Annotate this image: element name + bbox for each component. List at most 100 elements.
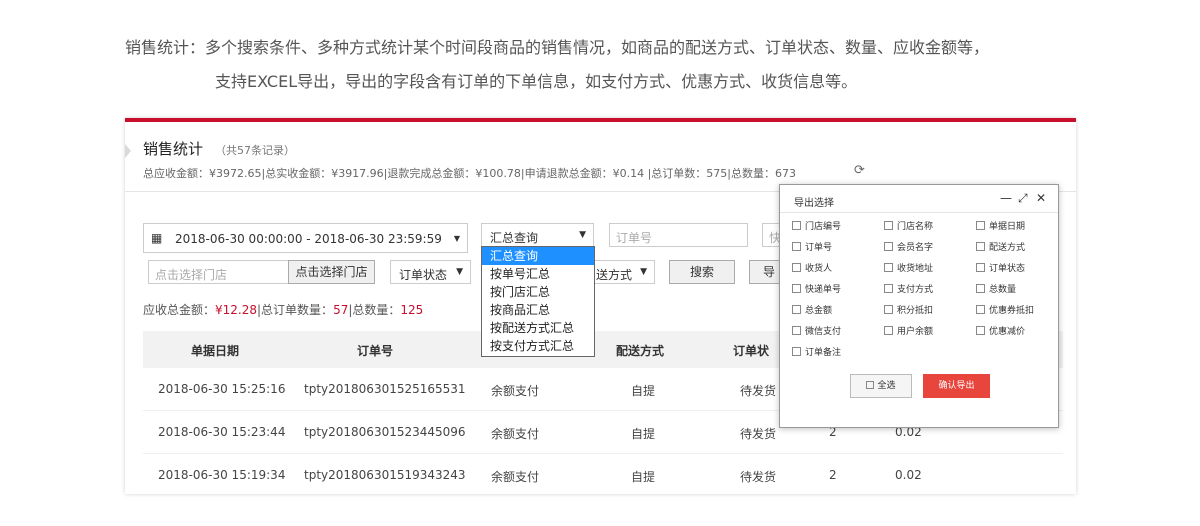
column-header: 订单状: [733, 344, 770, 358]
close-icon[interactable]: ✕: [1036, 191, 1046, 205]
query-mode-option[interactable]: 按配送方式汇总: [482, 319, 594, 337]
export-field-label: 优惠减价: [989, 327, 1026, 337]
checkbox-icon: [792, 284, 801, 293]
export-field-checkbox[interactable]: 订单状态: [976, 261, 1025, 274]
orders-label: |总订单数量：: [257, 303, 334, 317]
checkbox-icon: [884, 242, 893, 251]
select-all-button[interactable]: 全选: [850, 374, 912, 398]
totals-line: 应收总金额：¥12.28|总订单数量：57|总数量：125: [143, 301, 423, 318]
export-field-label: 会员名字: [897, 243, 934, 253]
intro-line-1: 销售统计：多个搜索条件、多种方式统计某个时间段商品的销售情况，如商品的配送方式、…: [125, 38, 990, 57]
table-row[interactable]: 2018-06-30 15:19:34 tpty2018063015193432…: [143, 454, 1063, 494]
query-mode-option[interactable]: 按商品汇总: [482, 301, 594, 319]
cell-status: 待发货: [740, 384, 777, 398]
order-status-select[interactable]: 订单状态 ▼: [390, 260, 471, 284]
query-mode-value: 汇总查询: [490, 231, 539, 245]
checkbox-icon: [976, 242, 985, 251]
cell-date: 2018-06-30 15:19:34: [158, 468, 286, 482]
checkbox-icon: [792, 263, 801, 272]
minimize-icon[interactable]: —: [1000, 191, 1012, 205]
confirm-export-button[interactable]: 确认导出: [923, 374, 990, 398]
refresh-icon[interactable]: ⟳: [854, 163, 865, 178]
dialog-divider: [780, 212, 1058, 213]
cell-status: 待发货: [740, 470, 777, 484]
export-field-label: 单据日期: [989, 222, 1026, 232]
chevron-down-icon: ▼: [640, 267, 647, 277]
export-field-label: 门店编号: [805, 222, 842, 232]
checkbox-icon: [976, 305, 985, 314]
column-header: 配送方式: [616, 344, 665, 358]
store-input[interactable]: 点击选择门店: [148, 260, 289, 284]
cell-pay: 余额支付: [491, 470, 540, 484]
query-mode-dropdown: 汇总查询 按单号汇总 按门店汇总 按商品汇总 按配送方式汇总 按支付方式汇总: [481, 246, 595, 357]
cell-delivery: 自提: [631, 384, 656, 398]
query-mode-select[interactable]: 汇总查询 ▼: [481, 223, 594, 247]
order-status-value: 订单状态: [399, 268, 448, 282]
dialog-title: 导出选择: [794, 198, 834, 209]
cell-delivery: 自提: [631, 470, 656, 484]
query-mode-option[interactable]: 按单号汇总: [482, 265, 594, 283]
checkbox-icon: [792, 221, 801, 230]
export-field-checkbox[interactable]: 订单号: [792, 240, 832, 253]
export-field-checkbox[interactable]: 会员名字: [884, 240, 933, 253]
export-field-checkbox[interactable]: 门店名称: [884, 219, 933, 232]
calendar-icon: ▦: [151, 231, 163, 245]
checkbox-icon: [792, 242, 801, 251]
export-field-label: 收货人: [805, 264, 833, 274]
checkbox-icon: [884, 284, 893, 293]
chevron-down-icon: ▼: [456, 267, 463, 277]
export-field-label: 积分抵扣: [897, 306, 934, 316]
chevron-down-icon: ▼: [579, 230, 586, 240]
export-field-label: 订单备注: [805, 348, 842, 358]
checkbox-icon: [976, 284, 985, 293]
checkbox-icon: [792, 305, 801, 314]
checkbox-icon: [792, 347, 801, 356]
checkbox-icon: [884, 326, 893, 335]
select-all-label: 全选: [877, 381, 896, 391]
export-field-checkbox[interactable]: 单据日期: [976, 219, 1025, 232]
export-field-checkbox[interactable]: 积分抵扣: [884, 303, 933, 316]
export-field-checkbox[interactable]: 优惠减价: [976, 324, 1025, 337]
select-store-button[interactable]: 点击选择门店: [288, 260, 375, 284]
export-field-label: 收货地址: [897, 264, 934, 274]
query-mode-option[interactable]: 汇总查询: [482, 247, 594, 265]
query-mode-option[interactable]: 按门店汇总: [482, 283, 594, 301]
export-field-checkbox[interactable]: 收货地址: [884, 261, 933, 274]
export-field-label: 支付方式: [897, 285, 934, 295]
checkbox-icon: [976, 326, 985, 335]
receivable-value: ¥12.28: [215, 303, 258, 317]
checkbox-icon: [884, 263, 893, 272]
export-field-checkbox[interactable]: 支付方式: [884, 282, 933, 295]
export-field-checkbox[interactable]: 用户余额: [884, 324, 933, 337]
export-field-label: 配送方式: [989, 243, 1026, 253]
cell-qty: 2: [829, 468, 837, 482]
export-field-checkbox[interactable]: 收货人: [792, 261, 832, 274]
query-mode-option[interactable]: 按支付方式汇总: [482, 337, 594, 355]
date-range-picker[interactable]: ▦ 2018-06-30 00:00:00 - 2018-06-30 23:59…: [143, 223, 468, 253]
search-button[interactable]: 搜索: [669, 260, 735, 284]
export-field-checkbox[interactable]: 订单备注: [792, 345, 841, 358]
checkbox-icon: [976, 263, 985, 272]
checkbox-icon: [866, 381, 875, 389]
receivable-label: 应收总金额：: [143, 303, 216, 317]
export-field-label: 门店名称: [897, 222, 934, 232]
cell-date: 2018-06-30 15:25:16: [158, 382, 286, 396]
export-field-checkbox[interactable]: 配送方式: [976, 240, 1025, 253]
export-dialog: 导出选择 — ⤢ ✕ 门店编号 门店名称 单据日期订单号 会员名字 配送方式收货人 收货地…: [779, 184, 1059, 428]
export-field-checkbox[interactable]: 快递单号: [792, 282, 841, 295]
maximize-icon[interactable]: ⤢: [1018, 191, 1028, 206]
cell-order: tpty201806301523445096: [304, 425, 466, 439]
export-field-checkbox[interactable]: 门店编号: [792, 219, 841, 232]
export-field-checkbox[interactable]: 微信支付: [792, 324, 841, 337]
panel-marker: [125, 144, 131, 158]
delivery-method-value: 送方式: [596, 268, 633, 282]
cell-order: tpty201806301519343243: [304, 468, 466, 482]
store-placeholder: 点击选择门店: [155, 268, 228, 282]
order-number-input[interactable]: 订单号: [609, 223, 748, 247]
export-field-checkbox[interactable]: 总数量: [976, 282, 1016, 295]
export-field-checkbox[interactable]: 总金额: [792, 303, 832, 316]
export-field-checkbox[interactable]: 优惠券抵扣: [976, 303, 1034, 316]
export-field-label: 优惠券抵扣: [989, 306, 1035, 316]
cell-date: 2018-06-30 15:23:44: [158, 425, 286, 439]
cell-amount: 0.02: [895, 468, 922, 482]
